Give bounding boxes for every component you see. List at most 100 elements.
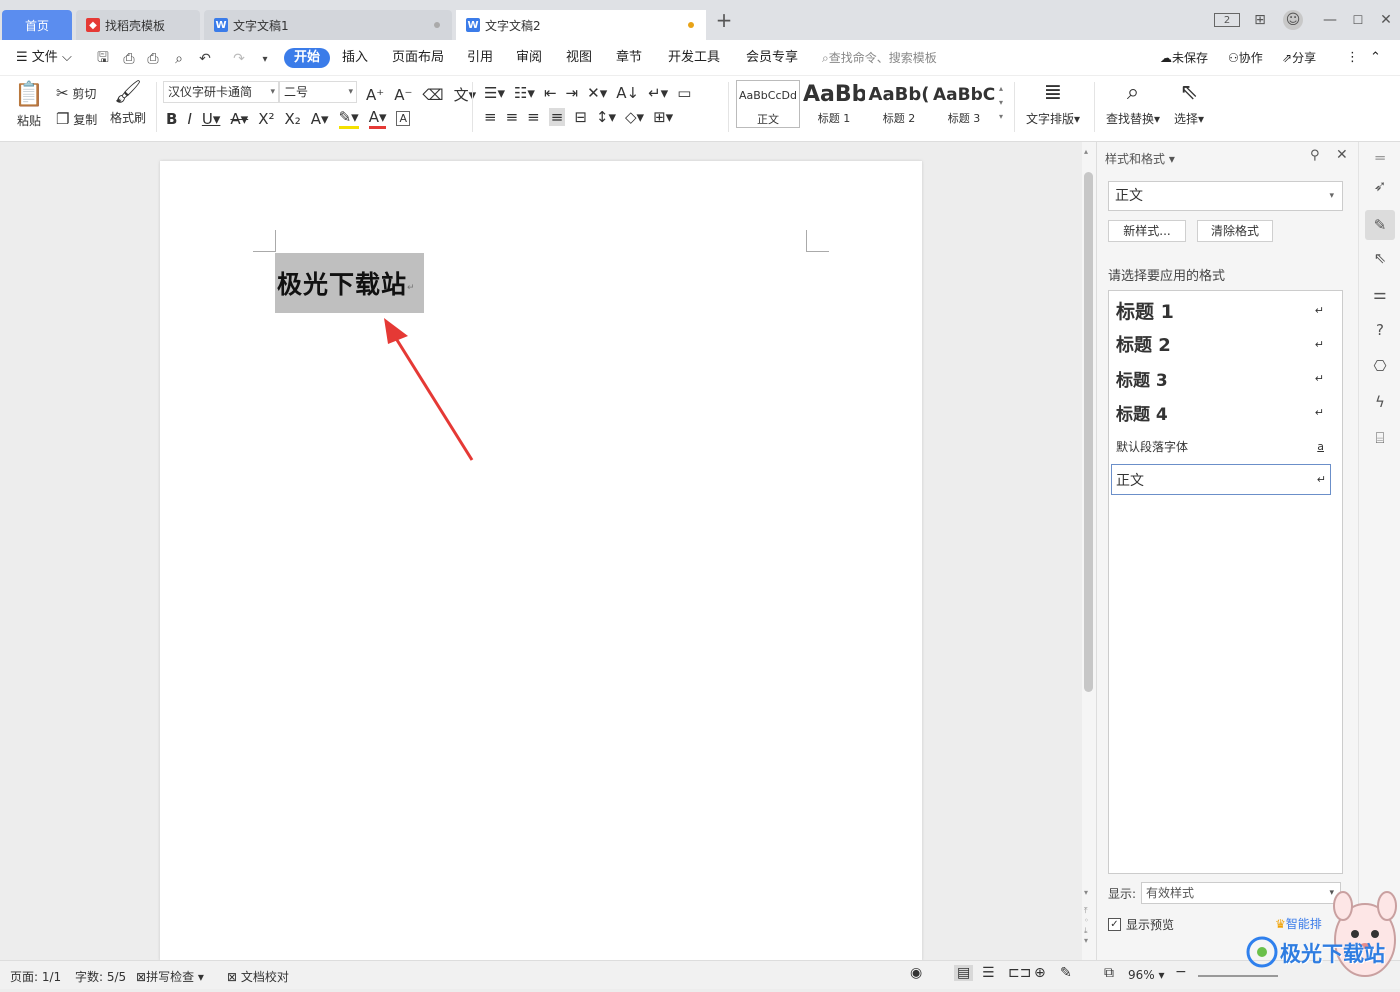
scroll-thumb[interactable]: [1084, 172, 1093, 692]
increase-indent-icon[interactable]: ⇥: [566, 84, 579, 102]
undo-icon[interactable]: ↶: [196, 50, 214, 68]
book-search-icon[interactable]: ⌸: [1370, 428, 1390, 448]
justify-icon[interactable]: ≡: [548, 108, 566, 126]
cut-button[interactable]: ✂ 剪切: [56, 84, 96, 102]
styles-panel-title[interactable]: 样式和格式 ▾: [1105, 150, 1175, 167]
italic-icon[interactable]: I: [187, 110, 191, 128]
collab-button[interactable]: ⚇协作: [1228, 48, 1263, 68]
clear-format-button[interactable]: 清除格式: [1197, 220, 1273, 242]
tab-doc1-close-dot[interactable]: [434, 22, 440, 28]
superscript-icon[interactable]: X²: [258, 110, 274, 128]
minimize-button[interactable]: —: [1320, 10, 1340, 30]
tab-start[interactable]: 开始: [284, 48, 331, 68]
decrease-indent-icon[interactable]: ⇤: [544, 84, 557, 102]
tab-references[interactable]: 引用: [467, 48, 493, 68]
adjust-sliders-icon[interactable]: ⚌: [1370, 284, 1390, 304]
style-item-heading-4[interactable]: 标题 4 ↵: [1116, 397, 1328, 427]
style-item-normal[interactable]: 正文 ↵: [1111, 464, 1331, 495]
save-icon[interactable]: 🖫: [94, 50, 112, 68]
file-menu[interactable]: ☰ 文件 ⌵: [16, 48, 72, 68]
word-count[interactable]: 字数: 5/5: [75, 968, 126, 985]
redo-icon[interactable]: ↷: [230, 50, 248, 68]
char-border-icon[interactable]: A: [396, 111, 411, 126]
new-tab-button[interactable]: +: [714, 8, 734, 32]
style-pen-icon[interactable]: ✎: [1365, 210, 1395, 240]
tab-developer[interactable]: 开发工具: [668, 48, 720, 68]
help-icon[interactable]: ?: [1370, 320, 1390, 340]
avatar[interactable]: ☺: [1283, 10, 1303, 30]
font-name-select[interactable]: 汉仪字研卡通简: [163, 81, 279, 103]
format-painter-button[interactable]: 🖌 格式刷: [110, 80, 146, 126]
page-nav-icons[interactable]: ⤒ ◦ ⤓ ▾: [1084, 906, 1089, 946]
select-arrow-icon[interactable]: ⇖: [1370, 248, 1390, 268]
shrink-font-icon[interactable]: A⁻: [394, 86, 412, 104]
clear-format-icon[interactable]: ⌫: [422, 86, 443, 104]
outline-view-icon[interactable]: ☰: [982, 965, 995, 981]
chinese-layout-icon[interactable]: ✕▾: [587, 84, 607, 102]
bold-icon[interactable]: B: [166, 110, 177, 128]
subscript-icon[interactable]: X₂: [284, 110, 300, 128]
find-replace-button[interactable]: ⌕ 查找替换▾: [1106, 80, 1160, 127]
scroll-up-icon[interactable]: ▴: [1084, 147, 1088, 156]
export-pdf-icon[interactable]: ⎙: [120, 50, 138, 68]
lightning-icon[interactable]: ϟ: [1370, 392, 1390, 412]
show-marks-icon[interactable]: ↵▾: [648, 84, 668, 102]
distributed-icon[interactable]: ⊟: [574, 108, 587, 126]
copy-button[interactable]: ❐ 复制: [56, 110, 97, 128]
scroll-down-icon[interactable]: ▾: [1084, 888, 1088, 897]
unsaved-button[interactable]: ☁未保存: [1160, 48, 1208, 68]
style-item-heading-2[interactable]: 标题 2 ↵: [1116, 329, 1328, 359]
align-center-icon[interactable]: ≡: [506, 108, 519, 126]
vertical-scrollbar[interactable]: ▴ ▾ ⤒ ◦ ⤓ ▾: [1082, 142, 1096, 960]
tab-review[interactable]: 审阅: [516, 48, 542, 68]
bullet-list-icon[interactable]: ☰▾: [484, 84, 505, 102]
style-heading-3[interactable]: AaBbC( 标题 3: [933, 80, 995, 128]
tab-home[interactable]: 首页: [2, 10, 72, 40]
tab-template[interactable]: ◆ 找稻壳模板: [76, 10, 200, 40]
reading-view-icon[interactable]: ⊏⊐: [1008, 965, 1031, 981]
font-size-select[interactable]: 二号: [279, 81, 357, 103]
style-normal[interactable]: AaBbCcDd 正文: [736, 80, 800, 128]
numbered-list-icon[interactable]: ☷▾: [514, 84, 535, 102]
text-layout-button[interactable]: ≣ 文字排版▾: [1026, 80, 1080, 127]
align-left-icon[interactable]: ≡: [484, 108, 497, 126]
shading-icon[interactable]: ◇▾: [625, 108, 644, 126]
style-heading-1[interactable]: AaBb 标题 1: [803, 80, 865, 128]
current-style-select[interactable]: 正文 ▾: [1108, 181, 1343, 211]
select-button[interactable]: ⇖ 选择▾: [1174, 80, 1204, 127]
print-icon[interactable]: ⎙: [144, 50, 162, 68]
tab-insert[interactable]: 插入: [342, 48, 368, 68]
grid-apps-icon[interactable]: ⊞: [1250, 10, 1270, 30]
style-item-heading-1[interactable]: 标题 1 ↵: [1116, 295, 1328, 325]
rocket-icon[interactable]: ➶: [1370, 176, 1390, 196]
style-heading-2[interactable]: AaBb( 标题 2: [868, 80, 930, 128]
write-view-icon[interactable]: ✎: [1060, 965, 1072, 981]
selected-text-block[interactable]: 极光下载站 ↵: [275, 253, 424, 313]
show-preview-checkbox[interactable]: ✓ 显示预览: [1108, 916, 1174, 933]
grow-font-icon[interactable]: A⁺: [366, 86, 384, 104]
style-item-default-font[interactable]: 默认段落字体 a: [1116, 431, 1328, 461]
tab-page-layout[interactable]: 页面布局: [392, 48, 444, 68]
unsaved-dot[interactable]: [688, 22, 694, 28]
new-style-button[interactable]: 新样式...: [1108, 220, 1186, 242]
more-icon[interactable]: ⋮: [1346, 48, 1359, 68]
highlight-icon[interactable]: ✎▾: [338, 108, 359, 129]
ruler-icon[interactable]: ▭: [677, 84, 691, 102]
translate-icon[interactable]: ⎔: [1370, 356, 1390, 376]
borders-icon[interactable]: ⊞▾: [653, 108, 673, 126]
panel-close-icon[interactable]: ✕: [1336, 147, 1348, 163]
page-view-icon[interactable]: ▤: [954, 965, 974, 981]
doc-check-button[interactable]: ⊠ 文档校对: [227, 968, 289, 985]
sort-icon[interactable]: A↓: [616, 84, 639, 102]
print-preview-icon[interactable]: ⌕: [170, 50, 188, 68]
line-spacing-icon[interactable]: ↕▾: [596, 108, 616, 126]
align-right-icon[interactable]: ≡: [527, 108, 540, 126]
strikethrough-icon[interactable]: A▾: [230, 110, 248, 128]
font-color-icon[interactable]: A▾: [368, 108, 387, 129]
window-layout-icon[interactable]: 2: [1214, 13, 1240, 27]
web-view-icon[interactable]: ⊕: [1034, 965, 1046, 981]
zoom-out-icon[interactable]: −: [1175, 964, 1187, 980]
maximize-button[interactable]: ☐: [1348, 10, 1368, 30]
style-gallery-scroll[interactable]: ▴ ▾ ▾: [999, 82, 1003, 124]
paste-button[interactable]: 📋 粘贴: [14, 80, 44, 129]
